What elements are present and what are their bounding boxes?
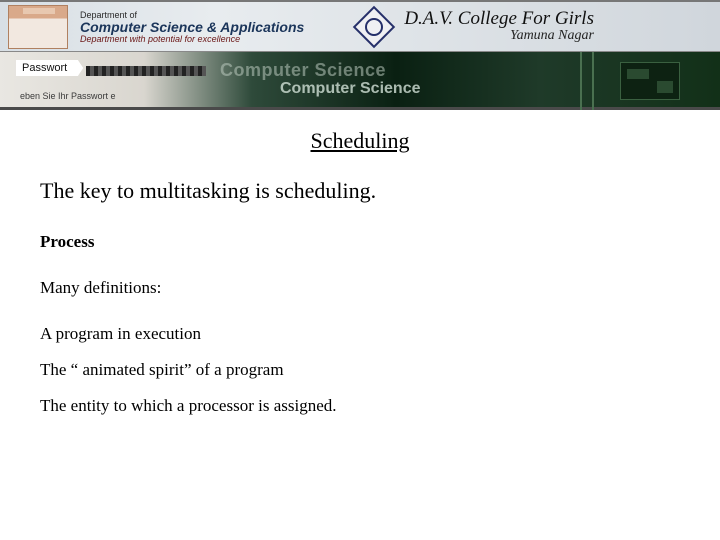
password-dots-icon <box>86 66 206 76</box>
definition-item: The “ animated spirit” of a program <box>40 360 680 380</box>
department-tagline: Department with potential for excellence <box>80 34 304 44</box>
banner-text-cs-faint: Computer Science <box>220 60 386 81</box>
slide-title: Scheduling <box>40 128 680 154</box>
definition-item: A program in execution <box>40 324 680 344</box>
college-name: D.A.V. College For Girls <box>404 9 594 28</box>
college-block: D.A.V. College For Girls Yamuna Nagar <box>404 9 594 44</box>
passwort-subtext: eben Sie Ihr Passwort e <box>20 91 116 101</box>
building-photo <box>8 5 68 49</box>
department-of-label: Department of <box>80 10 304 20</box>
department-name: Computer Science & Applications <box>80 20 304 34</box>
circuit-chip-icon <box>620 62 680 100</box>
section-heading-process: Process <box>40 232 680 252</box>
slide-content: Scheduling The key to multitasking is sc… <box>0 110 720 416</box>
banner-text-cs: Computer Science <box>280 80 420 98</box>
lead-sentence: The key to multitasking is scheduling. <box>40 178 680 204</box>
circuit-trace-icon <box>570 52 610 110</box>
definition-item: The entity to which a processor is assig… <box>40 396 680 416</box>
banner-strip: Passwort eben Sie Ihr Passwort e Compute… <box>0 52 720 110</box>
slide-header: Department of Computer Science & Applica… <box>0 0 720 52</box>
college-emblem-icon <box>352 5 396 49</box>
passwort-tag: Passwort <box>16 60 83 76</box>
college-location: Yamuna Nagar <box>404 28 594 44</box>
department-block: Department of Computer Science & Applica… <box>80 10 304 44</box>
definitions-intro: Many definitions: <box>40 278 680 298</box>
